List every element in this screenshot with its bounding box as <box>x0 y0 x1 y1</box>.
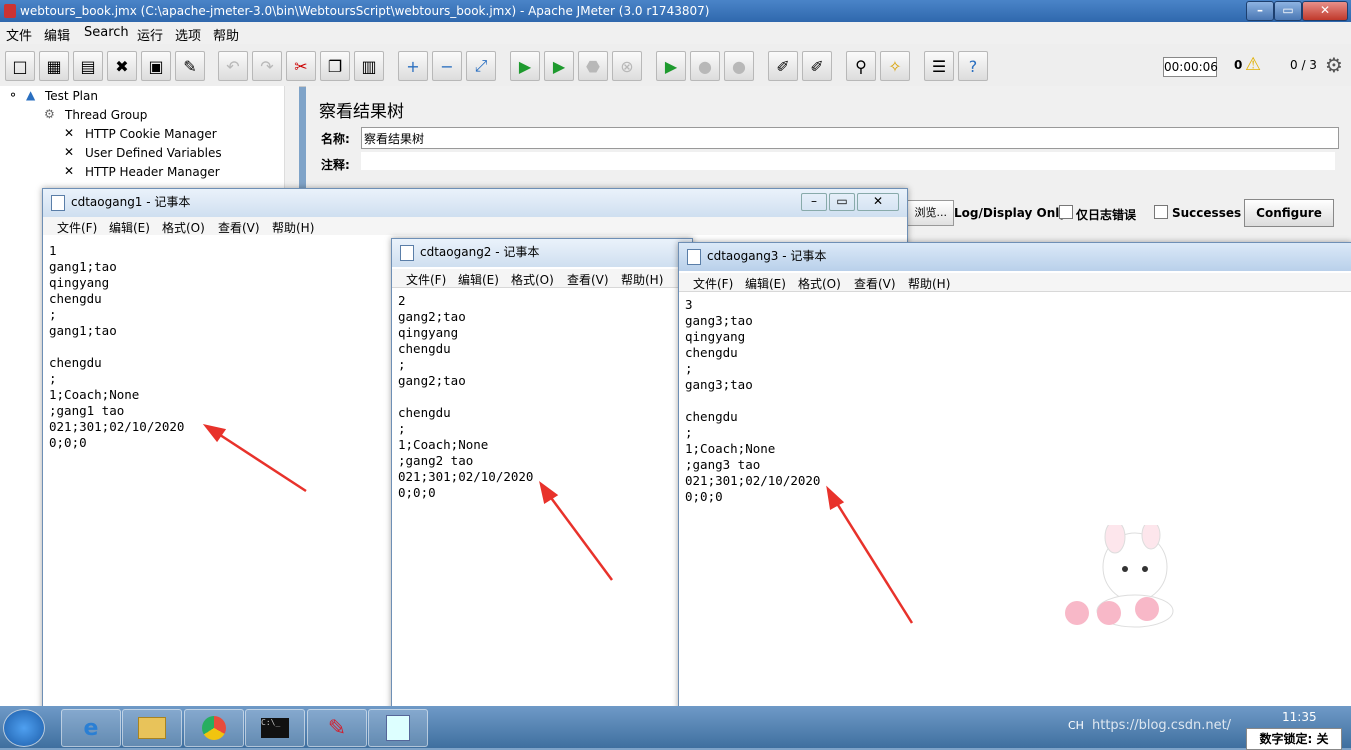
clock[interactable]: 11:35 <box>1282 710 1317 724</box>
numlock-status: 数字锁定: 关 <box>1246 728 1342 750</box>
jmeter-feather-icon[interactable]: ✎ <box>307 709 367 747</box>
language-indicator[interactable]: CH <box>1068 719 1084 732</box>
arrow-line <box>544 490 614 581</box>
arrow-line <box>831 496 914 624</box>
start-button[interactable] <box>3 709 45 747</box>
cmd-icon[interactable]: C:\_ <box>245 709 305 747</box>
arrow-head <box>539 481 559 505</box>
notepad-taskbar-icon[interactable] <box>368 709 428 747</box>
ie-icon[interactable]: e <box>61 709 121 747</box>
arrow-head <box>826 485 845 510</box>
chrome-icon[interactable] <box>184 709 244 747</box>
watermark-text: https://blog.csdn.net/ <box>1092 718 1232 733</box>
taskbar: e C:\_ ✎ CH https://blog.csdn.net/ 11:35… <box>0 706 1351 750</box>
arrow-line <box>213 429 307 493</box>
explorer-icon[interactable] <box>122 709 182 747</box>
arrow-head <box>202 424 227 443</box>
annotation-arrows <box>202 424 914 624</box>
